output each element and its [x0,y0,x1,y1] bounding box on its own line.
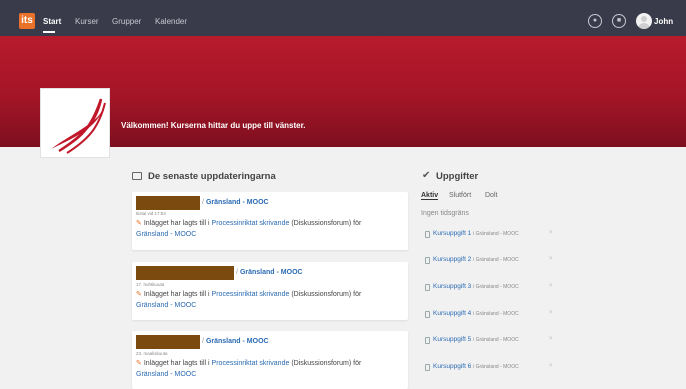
updates-title: De senaste uppdateringarna [148,171,276,182]
avatar[interactable] [636,13,652,29]
nav-grupper[interactable]: Grupper [112,17,141,26]
close-icon[interactable]: × [549,336,553,342]
update-card: / Gränsland - MOOC 17. huhtikuuta ✎ Inläg… [132,262,408,320]
card-course-label[interactable]: Gränsland - MOOC [206,199,269,206]
redacted-author [136,335,200,349]
forum-link[interactable]: Processinriktat skrivande [212,360,290,367]
course-link[interactable]: Gränsland - MOOC [136,302,196,309]
task-name[interactable]: Kursuppgift 6 [433,363,471,370]
task-item[interactable]: Kursuppgift 6 i Gränsland - MOOC × [421,361,557,376]
assignment-icon [425,231,430,238]
news-icon [132,172,142,180]
task-item[interactable]: Kursuppgift 3 i Gränsland - MOOC × [421,281,557,296]
pencil-icon: ✎ [136,360,142,367]
card-text: ✎ Inlägget har lagts till i Processinrik… [136,218,402,240]
task-item[interactable]: Kursuppgift 1 i Gränsland - MOOC × [421,228,557,243]
nav-kalender[interactable]: Kalender [155,17,187,26]
card-text-before: Inlägget har lagts till i [143,291,210,298]
course-link[interactable]: Gränsland - MOOC [136,231,196,238]
task-course: i Gränsland - MOOC [473,311,519,317]
task-item[interactable]: Kursuppgift 5 i Gränsland - MOOC × [421,334,557,349]
user-name[interactable]: John [654,17,673,26]
card-time: 17. huhtikuuta [136,282,165,287]
card-course-link[interactable]: / Gränsland - MOOC [236,269,303,276]
card-text-after: (Diskussionsforum) för [291,360,362,367]
nav-start[interactable]: Start [43,17,61,26]
tab-dolt[interactable]: Dolt [485,192,497,199]
checkmark-icon: ✔ [422,170,431,181]
redacted-author [136,266,234,280]
welcome-message: Välkommen! Kurserna hittar du uppe till … [121,121,306,130]
task-name[interactable]: Kursuppgift 1 [433,230,471,237]
card-text-after: (Diskussionsforum) för [291,220,362,227]
nav-kurser[interactable]: Kurser [75,17,99,26]
tab-slutfort[interactable]: Slutfört [449,192,471,199]
assignment-icon [425,257,430,264]
task-course: i Gränsland - MOOC [473,364,519,370]
task-name[interactable]: Kursuppgift 5 [433,336,471,343]
card-course-label[interactable]: Gränsland - MOOC [206,338,269,345]
assignment-icon [425,311,430,318]
task-course: i Gränsland - MOOC [473,231,519,237]
card-text: ✎ Inlägget har lagts till i Processinrik… [136,289,402,311]
tab-aktiv[interactable]: Aktiv [421,192,439,200]
task-item[interactable]: Kursuppgift 2 i Gränsland - MOOC × [421,254,557,269]
card-text-after: (Diskussionsforum) för [291,291,362,298]
task-course: i Gränsland - MOOC [473,257,519,263]
redacted-author [136,196,200,210]
its-logo[interactable]: its [19,13,35,29]
assignment-icon [425,284,430,291]
chat-icon[interactable]: ■ [612,14,626,28]
close-icon[interactable]: × [549,283,553,289]
no-deadline-label: Ingen tidsgräns [421,210,469,217]
bell-icon[interactable]: ● [588,14,602,28]
update-card: / Gränsland - MOOC tiistai vid 17:53 ✎ In… [132,192,408,250]
pencil-icon: ✎ [136,291,142,298]
close-icon[interactable]: × [549,310,553,316]
card-course-link[interactable]: / Gränsland - MOOC [202,199,269,206]
task-course: i Gränsland - MOOC [473,337,519,343]
forum-link[interactable]: Processinriktat skrivande [212,291,290,298]
top-navigation: its Start Kurser Grupper Kalender ● ■ Jo… [0,0,686,36]
task-name[interactable]: Kursuppgift 4 [433,310,471,317]
assignment-icon [425,337,430,344]
task-course: i Gränsland - MOOC [473,284,519,290]
card-text: ✎ Inlägget har lagts till i Processinrik… [136,358,402,380]
task-item[interactable]: Kursuppgift 4 i Gränsland - MOOC × [421,308,557,323]
card-time: tiistai vid 17:53 [136,211,166,216]
institution-logo [40,88,110,158]
card-time: 23. maaliskuuta [136,351,168,356]
update-card: / Gränsland - MOOC 23. maaliskuuta ✎ Inlä… [132,331,408,389]
card-text-before: Inlägget har lagts till i [143,360,210,367]
assignment-icon [425,364,430,371]
nav-active-indicator [43,31,55,33]
card-course-label[interactable]: Gränsland - MOOC [240,269,303,276]
task-name[interactable]: Kursuppgift 3 [433,283,471,290]
forum-link[interactable]: Processinriktat skrivande [212,220,290,227]
close-icon[interactable]: × [549,363,553,369]
card-text-before: Inlägget har lagts till i [143,220,210,227]
pencil-icon: ✎ [136,220,142,227]
tasks-title: Uppgifter [436,171,479,182]
card-course-link[interactable]: / Gränsland - MOOC [202,338,269,345]
course-link[interactable]: Gränsland - MOOC [136,371,196,378]
close-icon[interactable]: × [549,256,553,262]
task-name[interactable]: Kursuppgift 2 [433,256,471,263]
close-icon[interactable]: × [549,230,553,236]
